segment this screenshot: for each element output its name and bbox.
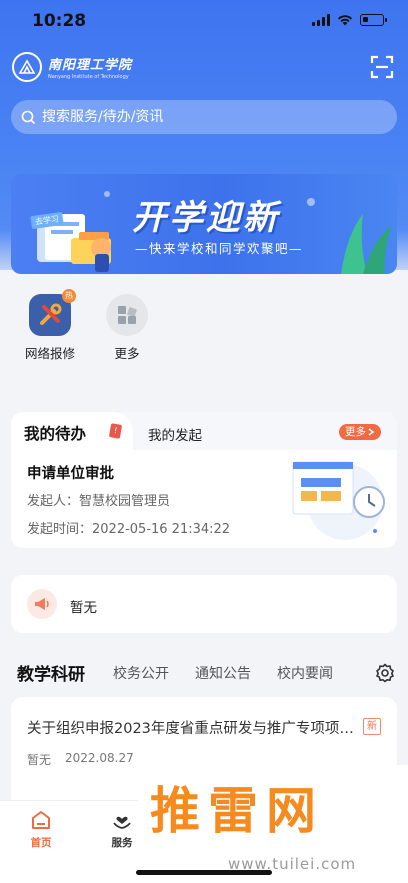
- signal-icon: [312, 14, 330, 26]
- notice-text: 暂无: [70, 600, 97, 616]
- status-icons: [312, 14, 387, 26]
- gear-icon[interactable]: [375, 663, 395, 683]
- school-emblem-icon: [12, 52, 42, 82]
- article-title[interactable]: 关于组织申报2023年度省重点研发与推广专项项目的通知: [27, 717, 359, 738]
- todo-more-label: 更多: [345, 426, 366, 438]
- tab-school-affairs[interactable]: 校务公开: [113, 663, 169, 683]
- watermark-logo-text: 推雷网: [150, 782, 324, 840]
- hot-badge: 热: [62, 289, 76, 303]
- watermark: 推雷网 www.tuilei.com: [138, 765, 408, 883]
- article-author: 暂无: [27, 753, 52, 767]
- tab-home-label: 首页: [30, 837, 52, 849]
- banner[interactable]: 去学习 开学迎新 —快来学校和同学欢聚吧—: [11, 174, 397, 274]
- home-indicator: [136, 870, 272, 875]
- grid-icon: [106, 294, 148, 336]
- scan-icon[interactable]: [370, 55, 394, 79]
- todo-illustration: [292, 461, 385, 540]
- notice-card[interactable]: 暂无: [11, 575, 397, 633]
- todo-card: 我的待办 ! 我的发起 更多 申请单位审批 发起人：智慧校园管理员 发起时间：2…: [11, 412, 397, 548]
- banner-title: 开学迎新: [132, 198, 280, 238]
- todo-tabs: 我的待办 ! 我的发起 更多: [11, 412, 397, 450]
- article-meta: 暂无 2022.08.27: [27, 751, 134, 768]
- search-bar[interactable]: [11, 100, 397, 134]
- school-name-cn: 南阳理工学院: [48, 58, 133, 73]
- status-time: 10:28: [32, 11, 87, 31]
- tab-teaching-research[interactable]: 教学科研: [17, 660, 85, 685]
- search-icon: [21, 110, 36, 124]
- todo-item-time: 发起时间：2022-05-16 21:34:22: [27, 522, 231, 537]
- section-tabs: 教学科研 校务公开 通知公告 校内要闻: [0, 660, 408, 688]
- quick-link-more[interactable]: 更多: [97, 294, 157, 362]
- tab-service-label: 服务: [111, 837, 133, 849]
- service-heart-icon: [113, 816, 131, 829]
- new-badge: 新: [363, 718, 381, 735]
- school-logo: 南阳理工学院 Nanyang Institute of Technology: [12, 52, 132, 82]
- search-input[interactable]: [42, 109, 362, 125]
- tab-home[interactable]: 首页: [11, 809, 71, 850]
- megaphone-icon: [27, 589, 57, 619]
- tools-icon: 热: [29, 289, 76, 336]
- school-name-en: Nanyang Institute of Technology: [48, 74, 129, 80]
- tab-my-initiated[interactable]: 我的发起: [148, 424, 202, 444]
- quick-link-label: 网络报修: [24, 346, 75, 361]
- todo-more-button[interactable]: 更多: [339, 424, 381, 440]
- chevron-right-icon: [368, 428, 375, 436]
- article-date: 2022.08.27: [65, 751, 134, 765]
- tab-my-todo[interactable]: 我的待办: [24, 422, 86, 444]
- status-bar: 10:28: [0, 0, 408, 44]
- todo-item-initiator: 发起人：智慧校园管理员: [27, 494, 171, 509]
- todo-item-title[interactable]: 申请单位审批: [27, 462, 114, 483]
- battery-icon: [360, 14, 387, 26]
- tab-notices[interactable]: 通知公告: [195, 663, 251, 683]
- wifi-icon: [338, 15, 352, 26]
- home-icon: [32, 811, 50, 829]
- quick-link-label: 更多: [114, 346, 140, 361]
- quick-link-network-repair[interactable]: 热 网络报修: [20, 289, 80, 362]
- banner-subtitle: —快来学校和同学欢聚吧—: [134, 241, 303, 256]
- tab-campus-news[interactable]: 校内要闻: [277, 663, 333, 683]
